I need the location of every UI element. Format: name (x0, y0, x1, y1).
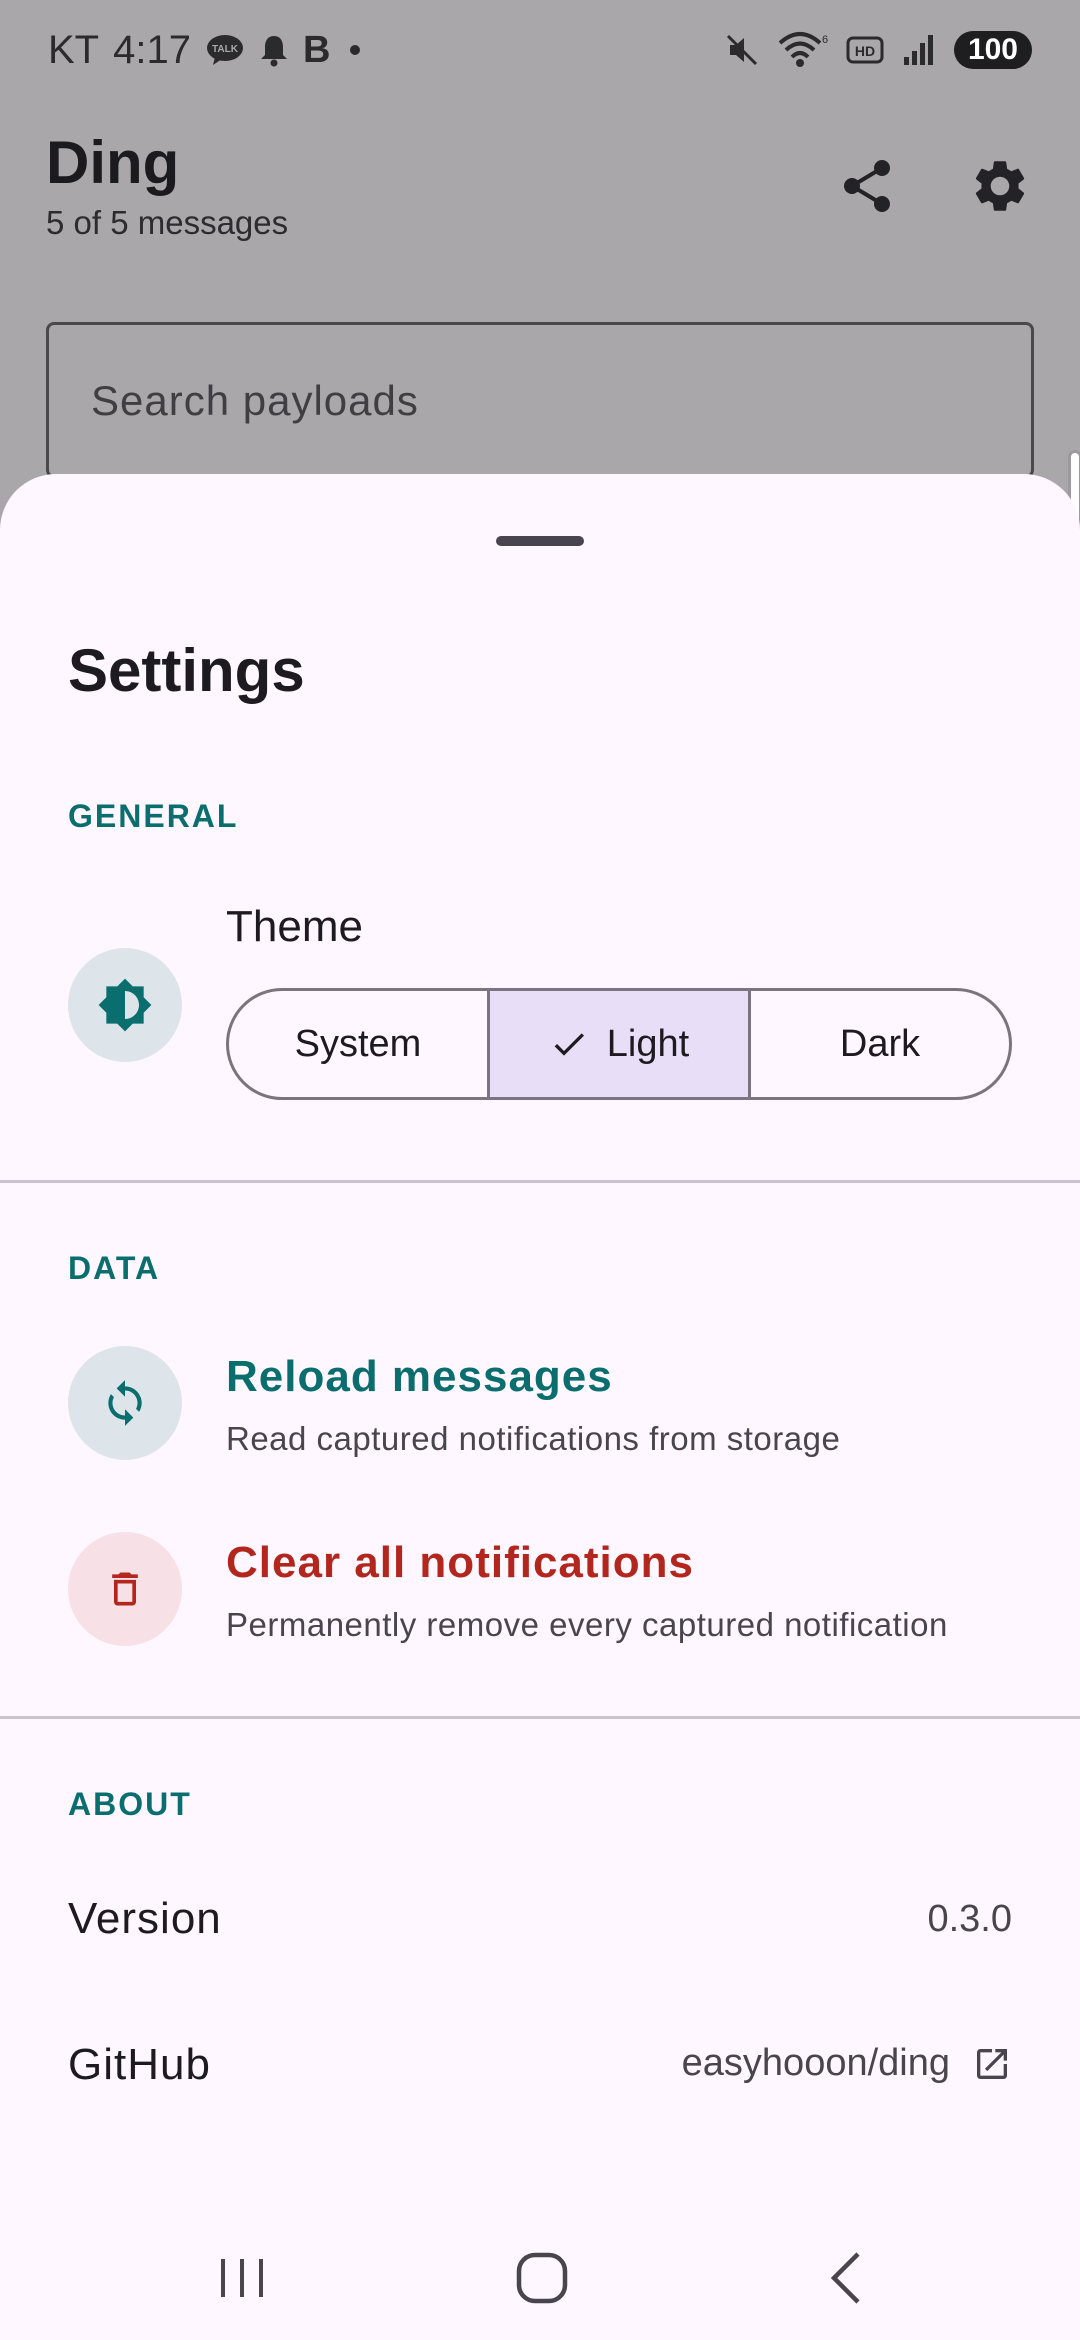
home-button[interactable] (502, 2238, 582, 2318)
signal-icon (902, 33, 936, 67)
message-count: 5 of 5 messages (46, 204, 289, 241)
trash-icon (112, 1572, 138, 1606)
github-link[interactable]: easyhooon/ding (682, 2042, 1012, 2085)
theme-icon-badge (68, 948, 182, 1062)
home-icon (516, 2252, 568, 2304)
divider (0, 1716, 1080, 1719)
theme-option-label: Dark (839, 1022, 921, 1065)
carrier-label: KT (48, 27, 100, 72)
app-title: Ding (46, 129, 180, 196)
section-label-general: GENERAL (68, 798, 239, 834)
check-icon (554, 1033, 584, 1056)
theme-option-label: System (294, 1022, 422, 1065)
recents-button[interactable] (202, 2238, 282, 2318)
share-button[interactable] (832, 150, 904, 222)
sync-icon (108, 1380, 142, 1426)
settings-sheet: Settings GENERAL Theme System Light Dark… (0, 474, 1080, 2204)
theme-segmented-control: System Light Dark (226, 988, 1012, 1100)
theme-option-system[interactable]: System (229, 991, 487, 1097)
open-external-icon (977, 2048, 1007, 2079)
brightness-icon (98, 978, 152, 1032)
clear-notifications-title: Clear all notifications (226, 1538, 694, 1587)
reload-messages-subtitle: Read captured notifications from storage (226, 1420, 841, 1457)
navigation-bar (0, 2204, 1080, 2340)
github-label: GitHub (68, 2040, 211, 2089)
mute-icon (724, 32, 760, 68)
dot-icon (344, 39, 366, 61)
battery-indicator: 100 (953, 31, 1032, 69)
search-input[interactable]: Search payloads (46, 322, 1034, 478)
bell-icon (259, 33, 289, 67)
version-number: 0.3.0 (927, 1898, 1012, 1940)
theme-option-label: Light (606, 1022, 690, 1065)
status-bar: KT 4:17 TALK B 6 HD 100 (0, 0, 1080, 100)
svg-text:HD: HD (855, 43, 875, 59)
theme-option-light[interactable]: Light (487, 991, 748, 1097)
share-icon (844, 160, 890, 212)
back-icon (830, 2252, 860, 2304)
clear-icon-badge (68, 1532, 182, 1646)
b-icon: B (302, 28, 331, 71)
section-label-about: ABOUT (68, 1786, 192, 1822)
svg-text:TALK: TALK (212, 44, 239, 55)
theme-label: Theme (226, 902, 363, 951)
talk-icon: TALK (205, 33, 245, 67)
section-label-data: DATA (68, 1250, 161, 1286)
reload-messages-title: Reload messages (226, 1352, 613, 1401)
back-button[interactable] (806, 2238, 886, 2318)
settings-button[interactable] (964, 150, 1036, 222)
recents-icon (221, 2259, 263, 2297)
github-repo: easyhooon/ding (681, 2042, 950, 2084)
reload-icon-badge (68, 1346, 182, 1460)
version-value: 0.3.0 (927, 1898, 1012, 1941)
status-right: 6 HD 100 (724, 31, 1032, 69)
hd-icon: HD (846, 35, 884, 65)
svg-text:6: 6 (822, 34, 828, 46)
clear-notifications-subtitle: Permanently remove every captured notifi… (226, 1606, 948, 1643)
theme-option-dark[interactable]: Dark (748, 991, 1009, 1097)
clock: 4:17 (113, 27, 191, 72)
divider (0, 1180, 1080, 1183)
wifi-icon: 6 (778, 31, 828, 69)
drag-handle[interactable] (496, 536, 584, 546)
gear-icon (975, 161, 1025, 211)
sheet-title: Settings (68, 637, 305, 704)
status-left: KT 4:17 TALK B (48, 28, 366, 73)
version-label: Version (68, 1894, 222, 1943)
